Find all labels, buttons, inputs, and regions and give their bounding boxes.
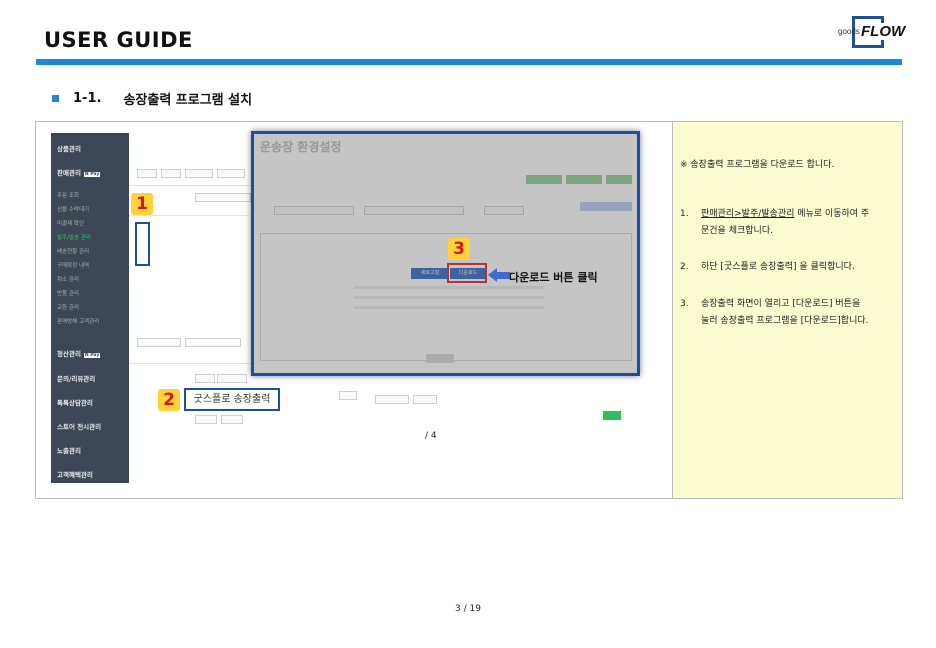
section-title: 송장출력 프로그램 설치 (123, 93, 253, 108)
sidebar-item-inquiry[interactable]: 문의/리뷰관리 (57, 373, 95, 383)
step-menu-path: 판매관리>발주/발송관리 (701, 209, 795, 219)
step-text: 하단 [굿스플로 송장출력] 을 클릭합니다. (701, 262, 855, 272)
sidebar: 상품관리 판매관리 N Pay 주문 조회 선물 수락대기 미결제 확인 발주/발… (51, 133, 129, 483)
sidebar-subitem-active[interactable]: 발주/발송 관리 (57, 233, 91, 241)
arrow-body (496, 272, 510, 279)
sidebar-item-products[interactable]: 상품관리 (57, 143, 81, 153)
shipping-settings-dialog: 운송장 환경설정 새로고침 다운로드 3 (251, 131, 640, 376)
bottom-action-button[interactable] (137, 338, 181, 347)
sidebar-item-talktalk[interactable]: 톡톡상담관리 (57, 397, 93, 407)
sidebar-item-settlement[interactable]: 정산관리 N Pay (57, 348, 101, 358)
row-button[interactable] (413, 395, 437, 404)
sidebar-subitem[interactable]: 배송현황 관리 (57, 247, 89, 255)
step-marker-3: 3 (448, 238, 470, 260)
goodsflow-print-button-callout[interactable]: 굿스플로 송장출력 (184, 388, 280, 411)
step-marker-1: 1 (131, 193, 153, 215)
embedded-screenshot: 상품관리 판매관리 N Pay 주문 조회 선물 수락대기 미결제 확인 발주/발… (51, 131, 640, 483)
toolbar-button[interactable] (161, 169, 181, 178)
row-button[interactable] (195, 415, 217, 424)
inner-page-indicator: / 4 (425, 431, 437, 441)
row-checkbox-selection[interactable] (135, 222, 150, 266)
sidebar-item-sales[interactable]: 판매관리 N Pay (57, 167, 101, 177)
filter-select[interactable] (195, 193, 251, 202)
sidebar-subitem[interactable]: 구매확정 내역 (57, 261, 89, 269)
row-button[interactable] (375, 395, 409, 404)
step-number: 1. (680, 209, 689, 219)
step-text-cont: 눌러 송장출력 프로그램을 [다운로드]합니다. (701, 316, 869, 326)
goodsflow-logo: goods FLOW (838, 16, 907, 50)
npay-badge: N Pay (83, 353, 101, 358)
toolbar-button[interactable] (185, 169, 213, 178)
sidebar-subitem[interactable]: 반품 관리 (57, 289, 79, 297)
sidebar-item-label: 정산관리 (57, 350, 81, 358)
row-button[interactable] (195, 374, 215, 383)
download-callout: 다운로드 버튼 클릭 (509, 271, 598, 284)
sidebar-subitem[interactable]: 주문 조회 (57, 191, 79, 199)
sidebar-item-exposure[interactable]: 노출관리 (57, 445, 81, 455)
sidebar-item-benefits[interactable]: 고객혜택관리 (57, 469, 93, 479)
sidebar-subitem[interactable]: 취소 관리 (57, 275, 79, 283)
notes-step-2: 2. 하단 [굿스플로 송장출력] 을 클릭합니다. (680, 259, 855, 276)
notes-step-1: 1. 판매관리>발주/발송관리 메뉴로 이동하여 주 문건을 체크합니다. (680, 206, 869, 240)
step-number: 3. (680, 299, 689, 309)
sidebar-item-store-display[interactable]: 스토어 전시관리 (57, 421, 101, 431)
step-marker-2: 2 (158, 389, 180, 411)
notes-step-3: 3. 송장출력 화면이 열리고 [다운로드] 버튼을 눌러 송장출력 프로그램을 … (680, 296, 869, 330)
logo-small-text: goods (838, 27, 860, 36)
sidebar-item-label: 판매관리 (57, 169, 81, 177)
row-button[interactable] (221, 415, 243, 424)
logo-big-text: FLOW (860, 23, 907, 40)
sidebar-subitem[interactable]: 선물 수락대기 (57, 205, 89, 213)
dialog-dim-overlay (254, 134, 637, 373)
divider-line (129, 215, 249, 216)
section-number: 1-1. (73, 91, 102, 106)
toolbar-button[interactable] (217, 169, 245, 178)
row-button[interactable] (217, 374, 247, 383)
sidebar-subitem[interactable]: 교환 관리 (57, 303, 79, 311)
header-divider-bar (36, 59, 902, 65)
toolbar-button[interactable] (137, 169, 157, 178)
bottom-action-button[interactable] (185, 338, 241, 347)
sidebar-subitem[interactable]: 판매방해 고객관리 (57, 317, 99, 325)
step-text: 송장출력 화면이 열리고 [다운로드] 버튼을 (701, 299, 861, 309)
sidebar-subitem[interactable]: 미결제 확인 (57, 219, 84, 227)
step-number: 2. (680, 262, 689, 272)
download-green-button[interactable] (603, 411, 621, 420)
row-button[interactable] (339, 391, 357, 400)
section-bullet-icon (52, 95, 59, 102)
npay-badge: N Pay (83, 172, 101, 177)
notes-intro: ※ 송장출력 프로그램을 다운로드 합니다. (680, 160, 835, 170)
step-text: 메뉴로 이동하여 주 (794, 209, 870, 219)
section-heading: 1-1. 송장출력 프로그램 설치 (52, 89, 252, 108)
step-text-cont: 문건을 체크합니다. (701, 226, 773, 236)
page-footer-number: 3 / 19 (455, 604, 481, 614)
page-header-title: USER GUIDE (44, 28, 193, 52)
